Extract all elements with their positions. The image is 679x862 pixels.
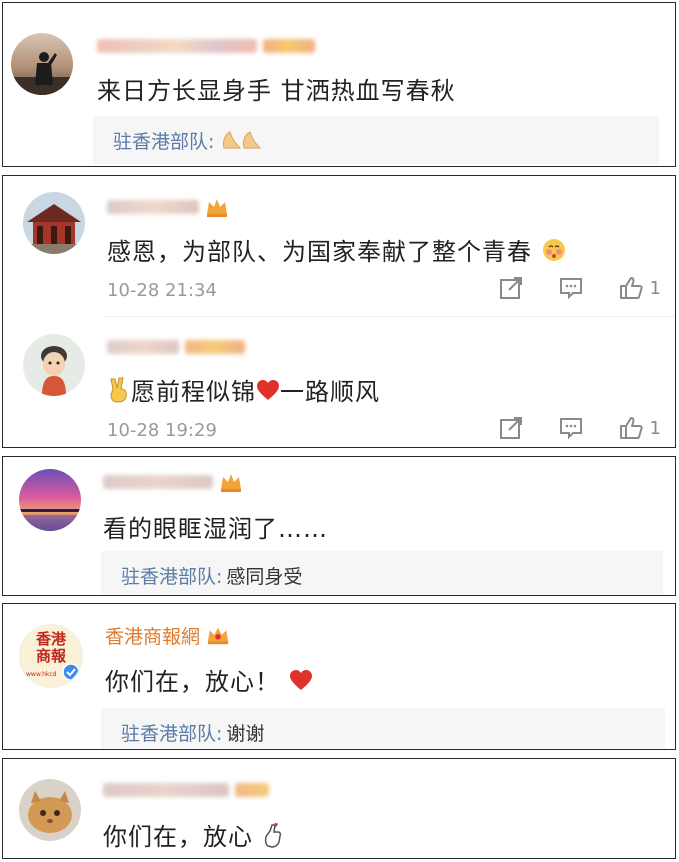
username-blurred[interactable]: [97, 35, 315, 57]
username-blurred[interactable]: [103, 471, 243, 493]
reply-text: 感同身受: [226, 565, 303, 588]
share-button[interactable]: [498, 275, 524, 301]
comment-icon: [559, 278, 582, 300]
comment-text: 愿前程似锦 一路顺风: [107, 372, 380, 409]
comment-button[interactable]: [558, 415, 584, 441]
timestamp: 10-28 21:34: [107, 280, 217, 301]
blushing-face-emoji: [541, 237, 567, 269]
share-button[interactable]: [498, 415, 524, 441]
action-bar: 1: [464, 415, 661, 441]
avatar[interactable]: 香港 商報 www.hkcd: [19, 624, 83, 688]
divider: [103, 316, 675, 317]
avatar[interactable]: [23, 192, 85, 254]
comment-text: 来日方长显身手 甘洒热血写春秋: [97, 77, 456, 105]
heart-icon: [256, 379, 280, 407]
logo-text: 香港: [35, 630, 66, 648]
reply-author[interactable]: 驻香港部队:: [121, 562, 222, 589]
username-blurred[interactable]: [107, 196, 229, 218]
reply-text: 谢谢: [226, 722, 265, 745]
comment-card-3: 看的眼眶湿润了…… 驻香港部队: 感同身受: [2, 456, 676, 596]
crown-icon: [205, 196, 229, 218]
like-icon: [619, 277, 643, 299]
reply-box[interactable]: 驻香港部队: 谢谢: [101, 708, 665, 749]
like-icon: [619, 417, 643, 439]
reply-box[interactable]: 驻香港部队: 感同身受: [101, 551, 663, 595]
comment-card-4: 香港 商報 www.hkcd 香港商報網 你们在，放心！ 驻香港部队: 谢谢: [2, 603, 676, 750]
avatar[interactable]: [19, 779, 81, 841]
heart-icon: [289, 669, 313, 697]
comment-text: 你们在，放心！: [105, 662, 313, 697]
like-count: 1: [649, 417, 661, 439]
victory-hand-emoji: [107, 377, 131, 409]
reply-author[interactable]: 驻香港部队:: [121, 719, 222, 746]
username-blurred[interactable]: [107, 336, 245, 358]
share-icon: [499, 417, 522, 439]
username-text[interactable]: 香港商報網: [105, 622, 200, 649]
comment-card-2: 感恩，为部队、为国家奉献了整个青春 10-28 21:34 1 愿前程似锦 一路…: [2, 175, 676, 448]
avatar[interactable]: [11, 33, 73, 95]
comment-card-5: 你们在，放心: [2, 758, 676, 859]
praying-hands-emoji: [220, 130, 264, 150]
action-bar: 1: [464, 275, 661, 301]
comment-text: 感恩，为部队、为国家奉献了整个青春: [107, 232, 567, 269]
username-blurred[interactable]: [103, 779, 269, 801]
comment-button[interactable]: [558, 275, 584, 301]
avatar[interactable]: [23, 334, 85, 396]
like-count: 1: [649, 277, 661, 299]
comment-icon: [559, 418, 582, 440]
logo-text: www.hkcd: [26, 671, 57, 678]
comment-card-1: 来日方长显身手 甘洒热血写春秋 驻香港部队:: [2, 2, 676, 167]
crown-icon: [219, 471, 243, 493]
comment-text: 看的眼眶湿润了……: [103, 515, 328, 543]
username[interactable]: 香港商報網: [105, 622, 230, 649]
avatar[interactable]: [19, 469, 81, 531]
crown-icon: [206, 624, 230, 646]
reply-author[interactable]: 驻香港部队:: [113, 127, 214, 154]
reply-box[interactable]: 驻香港部队:: [93, 116, 659, 164]
timestamp: 10-28 19:29: [107, 420, 217, 441]
comment-text: 你们在，放心: [103, 817, 284, 854]
verified-icon: [62, 663, 80, 685]
finger-heart-emoji: [262, 822, 284, 854]
share-icon: [499, 277, 522, 299]
like-button[interactable]: 1: [618, 415, 661, 441]
like-button[interactable]: 1: [618, 275, 661, 301]
